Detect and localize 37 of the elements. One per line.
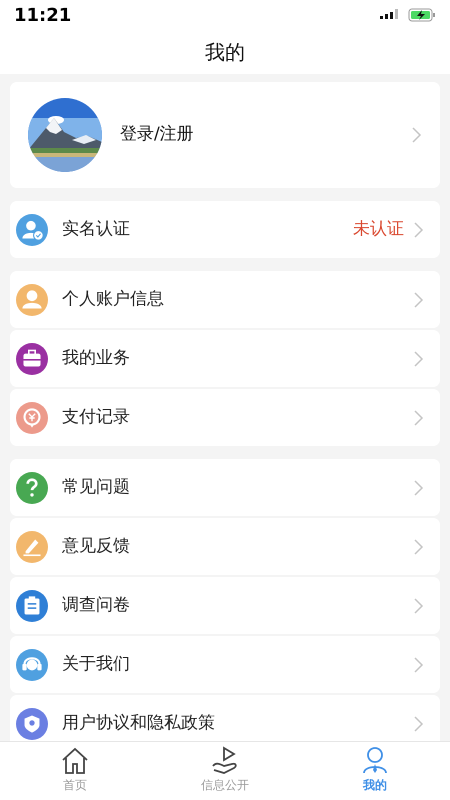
page-title: 我的 <box>205 39 245 66</box>
menu-row[interactable]: 我的业务 <box>10 330 440 387</box>
menu-row[interactable]: 调查问卷 <box>10 577 440 634</box>
chevron-icon <box>414 222 424 238</box>
menu-row[interactable]: 用户协议和隐私政策 <box>10 695 440 741</box>
status-text: 未认证 <box>353 218 404 241</box>
chevron-icon <box>412 127 422 143</box>
chevron-icon <box>414 598 424 614</box>
chevron-icon <box>414 656 424 672</box>
row-label: 关于我们 <box>62 652 131 676</box>
row-label: 个人账户信息 <box>62 288 165 311</box>
chevron-icon <box>414 480 424 496</box>
login-link[interactable]: 登录/注册 <box>120 122 412 148</box>
chevron-icon <box>414 410 424 426</box>
home-icon <box>60 746 90 776</box>
row-label: 实名认证 <box>62 218 131 241</box>
row-label: 支付记录 <box>62 406 131 429</box>
chevron-icon <box>414 538 424 554</box>
chevron-icon <box>414 350 424 366</box>
chevron-icon <box>414 292 424 308</box>
menu-row[interactable]: 个人账户信息 <box>10 271 440 328</box>
status-time: 11:21 <box>14 4 72 28</box>
user-icon <box>360 746 390 776</box>
row-label: 我的业务 <box>62 346 131 370</box>
profile-card[interactable]: 登录/注册 <box>10 82 440 188</box>
menu-row[interactable]: 实名认证 未认证 <box>10 201 440 258</box>
row-label: 意见反馈 <box>62 534 131 558</box>
menu-row[interactable]: 关于我们 <box>10 636 440 693</box>
chevron-icon <box>414 716 424 732</box>
row-label: 用户协议和隐私政策 <box>62 712 216 735</box>
signal-icon <box>380 9 400 21</box>
row-label: 常见问题 <box>62 476 131 499</box>
menu-row[interactable]: 常见问题 <box>10 459 440 516</box>
menu-row[interactable]: 支付记录 <box>10 389 440 446</box>
row-label: 调查问卷 <box>62 594 131 617</box>
battery-icon <box>408 8 436 22</box>
menu-row[interactable]: 意见反馈 <box>10 518 440 575</box>
